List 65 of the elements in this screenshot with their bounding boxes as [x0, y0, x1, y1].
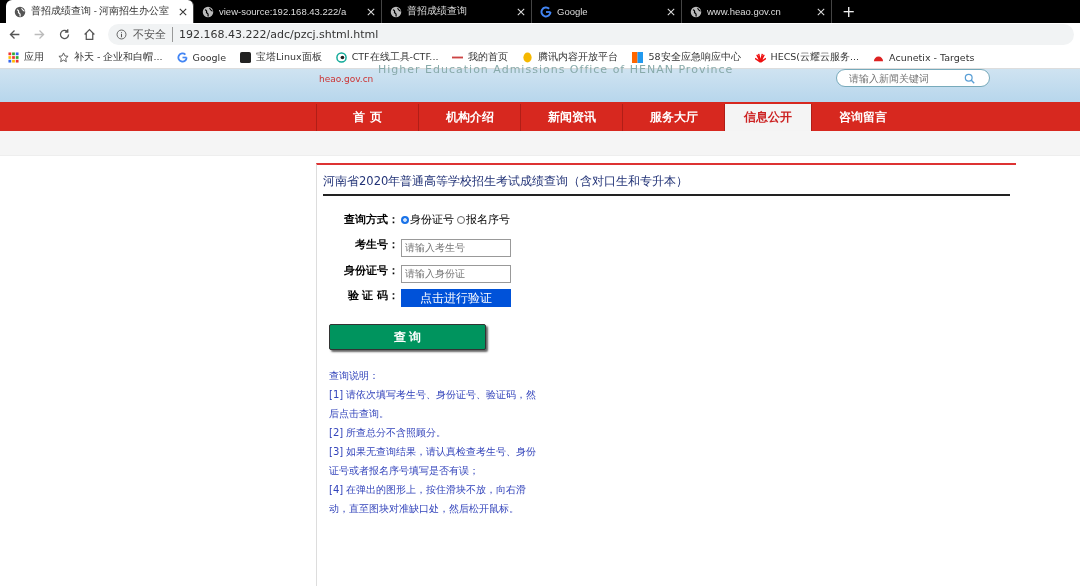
flower-icon	[754, 51, 766, 63]
note-text: [2] 所查总分不含照顾分。	[329, 426, 448, 440]
radio-button[interactable]	[457, 216, 465, 224]
bookmark[interactable]: Google	[176, 51, 227, 63]
globe-icon	[690, 5, 702, 18]
google-icon	[176, 51, 188, 63]
bookmark[interactable]: CTF在线工具-CTF...	[335, 50, 439, 64]
input-field[interactable]: 请输入考生号	[401, 238, 511, 257]
search-input[interactable]: 请输入新闻关键词	[849, 72, 964, 84]
verify-button[interactable]: 点击进行验证	[401, 289, 511, 307]
field-label: 验 证 码：	[346, 289, 399, 303]
logo-icon	[632, 51, 644, 63]
url-text: 192.168.43.222/adc/pzcj.shtml.html	[179, 28, 379, 41]
bookmark[interactable]: 宝塔Linux面板	[240, 50, 322, 64]
browser-tab[interactable]: Google	[532, 0, 682, 23]
field-label: 考生号：	[354, 238, 399, 252]
browser-tab[interactable]: www.heao.gov.cn	[682, 0, 832, 23]
globe-icon	[202, 5, 214, 18]
tab-title: www.heao.gov.cn	[707, 6, 782, 17]
query-button[interactable]: 查 询	[329, 324, 486, 350]
bookmark[interactable]: 补天 - 企业和白帽...	[58, 50, 163, 64]
note-text: [1] 请依次填写考生号、身份证号、验证码，然后点击查询。	[329, 388, 538, 421]
tab-title: view-source:192.168.43.222/a	[219, 6, 348, 17]
banner-subtitle: Higher Education Admissions Office of HENAN Province	[378, 63, 734, 76]
bookmark[interactable]: 58安全应急响应中心	[632, 50, 741, 64]
radio-option[interactable]: 身份证号	[401, 213, 454, 227]
address-bar[interactable]: 不安全 192.168.43.222/adc/pzcj.shtml.html	[108, 24, 1074, 45]
note-text: [3] 如果无查询结果，请认真检查考生号、身份证号或者报名序号填写是否有误；	[329, 445, 538, 478]
globe-icon	[14, 5, 26, 18]
tab-title: Google	[557, 6, 589, 17]
browser-tab[interactable]: 普招成绩查询 - 河南招生办公室	[6, 0, 194, 23]
info-icon	[116, 29, 127, 40]
bookmark[interactable]: 应用	[8, 50, 44, 64]
new-tab-button[interactable]: +	[832, 0, 866, 23]
home-icon[interactable]	[83, 28, 96, 41]
notes-title: 查询说明：	[329, 369, 380, 383]
bookmark[interactable]: 腾讯内容开放平台	[522, 50, 619, 64]
bookmark[interactable]: HECS(云耀云服务...	[754, 50, 860, 64]
apps-grid-icon	[8, 51, 19, 63]
field-label: 查询方式：	[343, 213, 399, 227]
tab-title: 普招成绩查询 - 河南招生办公室	[31, 5, 171, 18]
close-icon[interactable]	[179, 7, 187, 16]
globe-icon	[390, 5, 402, 18]
search-field[interactable]: 请输入新闻关键词	[836, 69, 990, 87]
radio-button[interactable]	[401, 216, 409, 224]
tab-title: 普招成绩查询	[407, 5, 468, 18]
star-icon	[58, 51, 69, 63]
note-text: [4] 在弹出的图形上，按住滑块不放，向右滑动，直至图块对准缺口处，然后松开鼠标。	[329, 483, 528, 516]
radio-option[interactable]: 报名序号	[457, 213, 510, 227]
back-icon[interactable]	[8, 28, 21, 41]
field-label: 身份证号：	[343, 264, 399, 278]
bookmark[interactable]: 我的首页	[452, 50, 509, 64]
input-field[interactable]: 请输入身份证	[401, 264, 511, 283]
site-domain: heao.gov.cn	[319, 74, 374, 84]
browser-tab[interactable]: 普招成绩查询	[382, 0, 532, 23]
search-icon[interactable]	[964, 72, 975, 84]
bookmark[interactable]: Acunetix - Targets	[873, 51, 975, 63]
browser-tab[interactable]: view-source:192.168.43.222/a	[194, 0, 382, 23]
nav-item[interactable]: 信息公开	[724, 104, 811, 131]
security-label: 不安全	[133, 27, 173, 42]
eye-icon	[335, 51, 347, 63]
reload-icon[interactable]	[58, 28, 71, 41]
square-logo-icon	[240, 51, 252, 63]
page-title: 河南省2020年普通高等学校招生考试成绩查询（含对口生和专升本）	[323, 174, 1010, 196]
google-icon	[540, 5, 552, 18]
